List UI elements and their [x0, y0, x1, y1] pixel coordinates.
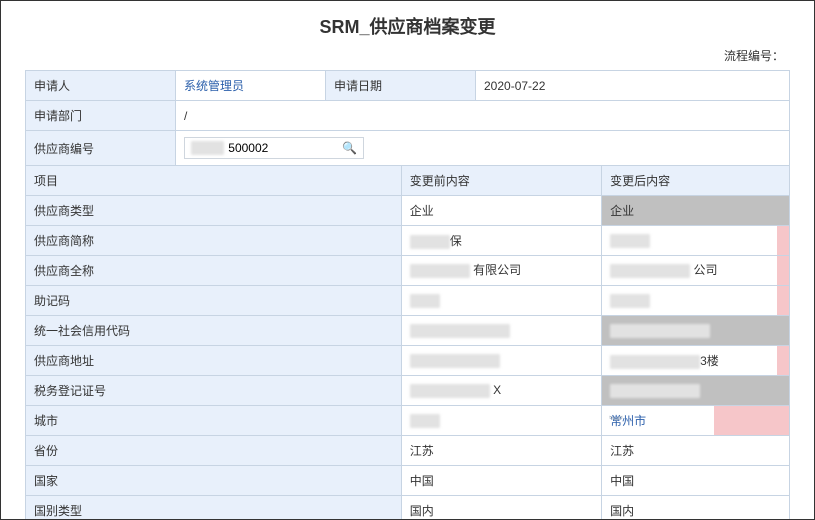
table-row: 助记码	[26, 286, 790, 316]
redacted-block	[610, 264, 690, 278]
table-row: 供应商全称 有限公司 公司	[26, 256, 790, 286]
supplier-code-input[interactable]	[226, 140, 338, 156]
applicant-label: 申请人	[26, 71, 176, 101]
table-row: 国家中国中国	[26, 466, 790, 496]
supplier-code-search[interactable]: 🔍	[184, 137, 364, 159]
redacted-block	[410, 235, 450, 249]
before-value: 企业	[401, 196, 601, 226]
after-value[interactable]	[602, 226, 790, 256]
col-after: 变更后内容	[602, 166, 790, 196]
redacted-block	[610, 355, 700, 369]
row-label: 供应商简称	[26, 226, 402, 256]
row-label: 税务登记证号	[26, 376, 402, 406]
before-value: 有限公司	[401, 256, 601, 286]
before-value: 中国	[401, 466, 601, 496]
row-label: 供应商类型	[26, 196, 402, 226]
header-table: 申请人 系统管理员 申请日期 2020-07-22 申请部门 / 供应商编号 🔍	[25, 70, 790, 166]
before-value	[401, 346, 601, 376]
redacted-block	[191, 141, 224, 155]
after-value[interactable]: 3楼	[602, 346, 790, 376]
redacted-block	[410, 354, 500, 368]
after-value: 江苏	[602, 436, 790, 466]
redacted-block	[610, 384, 700, 398]
table-row: 省份江苏江苏	[26, 436, 790, 466]
table-row: 国别类型国内国内	[26, 496, 790, 520]
row-label: 国家	[26, 466, 402, 496]
table-row: 供应商地址 3楼	[26, 346, 790, 376]
redacted-block	[610, 324, 710, 338]
after-value[interactable]: 常州市︾	[602, 406, 790, 436]
col-before: 变更前内容	[401, 166, 601, 196]
redacted-block	[410, 264, 470, 278]
table-row: 税务登记证号 X	[26, 376, 790, 406]
apply-date-value: 2020-07-22	[476, 71, 790, 101]
col-item: 项目	[26, 166, 402, 196]
after-value	[602, 316, 790, 346]
before-value: 国内	[401, 496, 601, 520]
after-value: 国内	[602, 496, 790, 520]
search-icon[interactable]: 🔍	[342, 141, 357, 155]
applicant-value[interactable]: 系统管理员	[176, 71, 326, 101]
redacted-block	[610, 234, 650, 248]
redacted-block	[410, 384, 490, 398]
dept-value: /	[176, 101, 790, 131]
redacted-block	[410, 324, 510, 338]
after-value	[602, 376, 790, 406]
row-label: 省份	[26, 436, 402, 466]
dept-label: 申请部门	[26, 101, 176, 131]
redacted-block	[410, 414, 440, 428]
row-label: 助记码	[26, 286, 402, 316]
before-value: 保	[401, 226, 601, 256]
before-value: X	[401, 376, 601, 406]
supplier-code-cell: 🔍	[176, 131, 790, 166]
after-value[interactable]	[602, 286, 790, 316]
change-table: 项目 变更前内容 变更后内容 供应商类型企业企业供应商简称保供应商全称 有限公司…	[25, 165, 790, 520]
row-label: 国别类型	[26, 496, 402, 520]
after-value: 中国	[602, 466, 790, 496]
table-row: 供应商简称保	[26, 226, 790, 256]
row-label: 城市	[26, 406, 402, 436]
before-value	[401, 406, 601, 436]
table-row: 供应商类型企业企业	[26, 196, 790, 226]
supplier-code-label: 供应商编号	[26, 131, 176, 166]
row-label: 供应商地址	[26, 346, 402, 376]
page-title: SRM_供应商档案变更	[1, 1, 814, 47]
row-label: 统一社会信用代码	[26, 316, 402, 346]
before-value	[401, 286, 601, 316]
after-value[interactable]: 公司	[602, 256, 790, 286]
redacted-block	[410, 294, 440, 308]
redacted-block	[610, 294, 650, 308]
before-value	[401, 316, 601, 346]
after-value: 企业	[602, 196, 790, 226]
flow-number-label: 流程编号：	[1, 47, 814, 70]
table-row: 统一社会信用代码	[26, 316, 790, 346]
table-row: 城市 常州市︾	[26, 406, 790, 436]
before-value: 江苏	[401, 436, 601, 466]
chevron-down-icon[interactable]: ︾	[609, 413, 619, 429]
apply-date-label: 申请日期	[326, 71, 476, 101]
row-label: 供应商全称	[26, 256, 402, 286]
